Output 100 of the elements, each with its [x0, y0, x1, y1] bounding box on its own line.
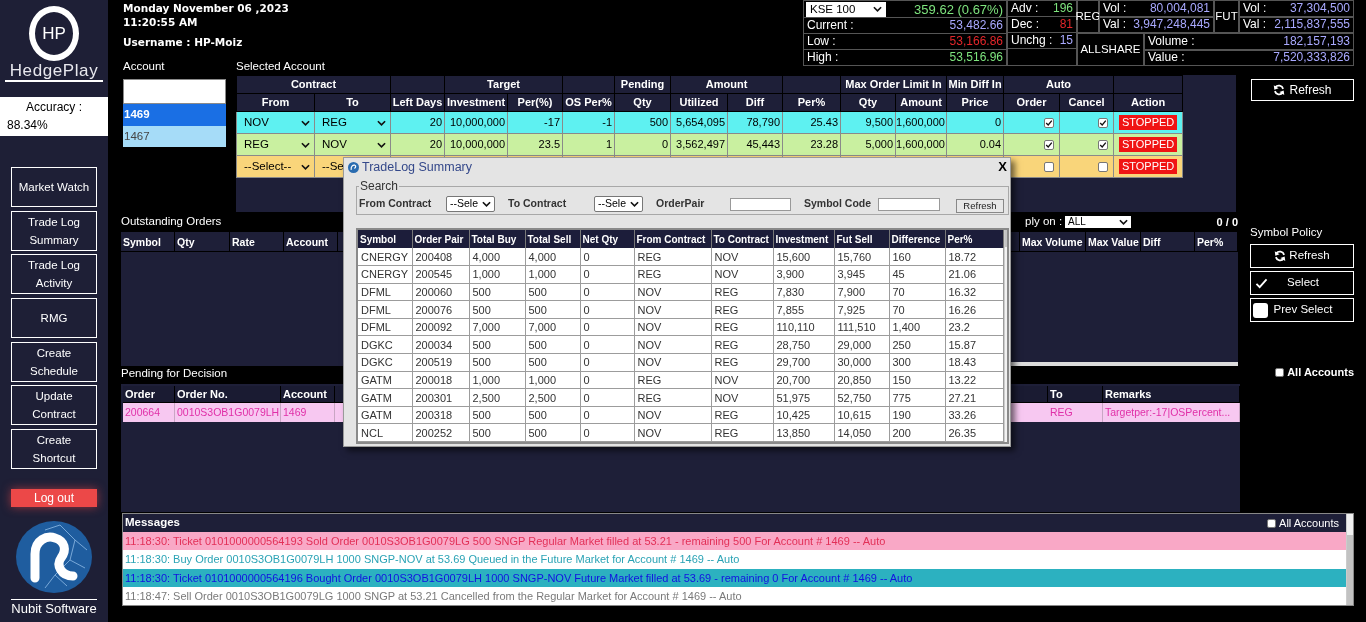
column-group-header: Max Order Limit In: [840, 75, 947, 94]
table-cell: REG: [1048, 403, 1103, 422]
checkbox-label[interactable]: All Accounts: [1287, 364, 1354, 381]
market-value: 80,004,081: [1149, 0, 1210, 16]
column-header: Order No.: [175, 386, 281, 402]
table-cell: 7,900: [834, 283, 889, 301]
table-cell: 500: [469, 300, 525, 319]
nav-button[interactable]: RMG: [11, 298, 97, 339]
contract-select[interactable]: NOV: [315, 134, 390, 155]
time-text: 11:20:55 AM: [123, 15, 198, 29]
table-cell: DFML: [358, 318, 412, 336]
nav-button[interactable]: Create Shortcut: [11, 429, 97, 470]
table-cell: 21.06: [945, 265, 1003, 284]
refresh-button[interactable]: Refresh: [956, 199, 1004, 213]
checkbox[interactable]: [1044, 161, 1055, 172]
input-field[interactable]: [730, 197, 791, 211]
column-group-header: Contract: [236, 75, 391, 94]
contract-select[interactable]: REG: [237, 134, 314, 155]
contract-filter-select[interactable]: --Sele: [446, 196, 495, 212]
table-cell: 33.26: [945, 406, 1003, 424]
action-button[interactable]: STOPPED: [1119, 115, 1178, 130]
date-text: Monday November 06 ,2023: [123, 1, 289, 15]
nav-button[interactable]: Trade Log Activity: [11, 254, 97, 295]
toggle-button[interactable]: Prev Select: [1250, 298, 1354, 322]
column-header: Account: [284, 232, 338, 251]
checkbox-label[interactable]: All Accounts: [1279, 514, 1339, 532]
account-option[interactable]: 1467: [123, 125, 226, 147]
table-cell: 200301: [412, 388, 469, 407]
field-label: To Contract: [508, 197, 567, 210]
table-cell: 51,975: [773, 388, 834, 407]
scrollbar[interactable]: [1003, 230, 1007, 442]
contract-select[interactable]: NOV: [237, 112, 314, 133]
table-cell: 10,615: [834, 406, 889, 424]
table-cell: 0: [580, 265, 634, 284]
table-cell: 500: [525, 353, 580, 372]
nav-button[interactable]: Trade Log Summary: [11, 210, 97, 251]
table-cell: 160: [889, 248, 945, 266]
table-cell: 250: [889, 335, 945, 354]
checkbox[interactable]: [1275, 368, 1285, 377]
scrollbar[interactable]: [1010, 362, 1238, 366]
contract-select[interactable]: --Select--: [237, 156, 314, 177]
table-cell: 150: [889, 371, 945, 389]
table-cell: 7,000: [469, 318, 525, 336]
table-cell: 25.43: [782, 111, 841, 134]
checkbox[interactable]: [1044, 117, 1055, 128]
table-cell: 300: [889, 353, 945, 372]
table-cell: 10,000,000: [444, 133, 508, 156]
table-cell: 78,790: [727, 111, 783, 134]
table-cell: 10,425: [773, 406, 834, 424]
table-cell: 23.28: [782, 133, 841, 156]
refresh-button[interactable]: Refresh: [1250, 244, 1354, 268]
account-input-field[interactable]: [123, 79, 226, 104]
action-button[interactable]: STOPPED: [1119, 137, 1178, 152]
market-label: Value :: [1148, 50, 1185, 66]
checkbox[interactable]: [1044, 139, 1055, 150]
table-cell: 7,925: [834, 300, 889, 319]
table-cell: CNERGY: [358, 265, 412, 284]
nav-button[interactable]: Market Watch: [11, 167, 97, 207]
table-cell: DGKC: [358, 335, 412, 354]
contract-filter-select[interactable]: --Sele: [594, 196, 643, 212]
table-cell: 5,000: [840, 133, 896, 156]
scrollbar[interactable]: [1346, 514, 1353, 605]
checkbox[interactable]: [1253, 302, 1268, 318]
nav-button[interactable]: Create Schedule: [11, 341, 97, 382]
scrollbar-thumb[interactable]: [1004, 230, 1007, 247]
input-field[interactable]: [878, 197, 940, 211]
nav-button[interactable]: Update Contract: [11, 385, 97, 426]
apply-on-label: ply on :: [1025, 214, 1063, 230]
logout-button[interactable]: Log out: [11, 489, 97, 508]
table-cell: 111,510: [834, 318, 889, 336]
table-cell: 1,000: [525, 371, 580, 389]
message-row: 11:18:30: Ticket 0101000000564193 Sold Order 0010S3OB1G0079LG 500 SNGP Regular Market filled at 53.21 - remaining 500 For Account # 1469 -- Auto: [123, 532, 1346, 551]
account-option[interactable]: 1469: [123, 104, 226, 126]
refresh-button[interactable]: Refresh: [1251, 79, 1354, 101]
table-cell: 45: [889, 265, 945, 284]
contract-select[interactable]: REG: [315, 112, 390, 133]
table-cell: 1,000: [525, 265, 580, 284]
table-cell: REG: [634, 371, 711, 389]
checkbox[interactable]: [1098, 117, 1109, 128]
market-board-name: FUT: [1215, 9, 1238, 24]
table-cell: 1,000: [469, 371, 525, 389]
action-button[interactable]: STOPPED: [1119, 159, 1178, 174]
apply-on-select[interactable]: ALL: [1065, 216, 1132, 228]
checkbox[interactable]: [1267, 518, 1277, 528]
table-cell: 29,700: [773, 353, 834, 372]
column-group-header: Amount: [670, 75, 783, 94]
table-cell: 0: [946, 111, 1004, 134]
table-cell: 23.5: [507, 133, 563, 156]
table-cell: REG: [711, 406, 773, 424]
checkbox[interactable]: [1098, 161, 1109, 172]
close-button[interactable]: X: [997, 160, 1008, 174]
table-cell: 70: [889, 283, 945, 301]
scrollbar-thumb[interactable]: [1347, 535, 1353, 605]
table-cell: 5,654,095: [670, 111, 728, 134]
column-header: Price: [946, 93, 1004, 112]
table-cell: 16.26: [945, 300, 1003, 319]
toggle-button[interactable]: Select: [1250, 271, 1354, 295]
checkbox[interactable]: [1098, 139, 1109, 150]
market-board-name: ALLSHARE: [1080, 42, 1141, 57]
column-header: To: [314, 93, 391, 112]
